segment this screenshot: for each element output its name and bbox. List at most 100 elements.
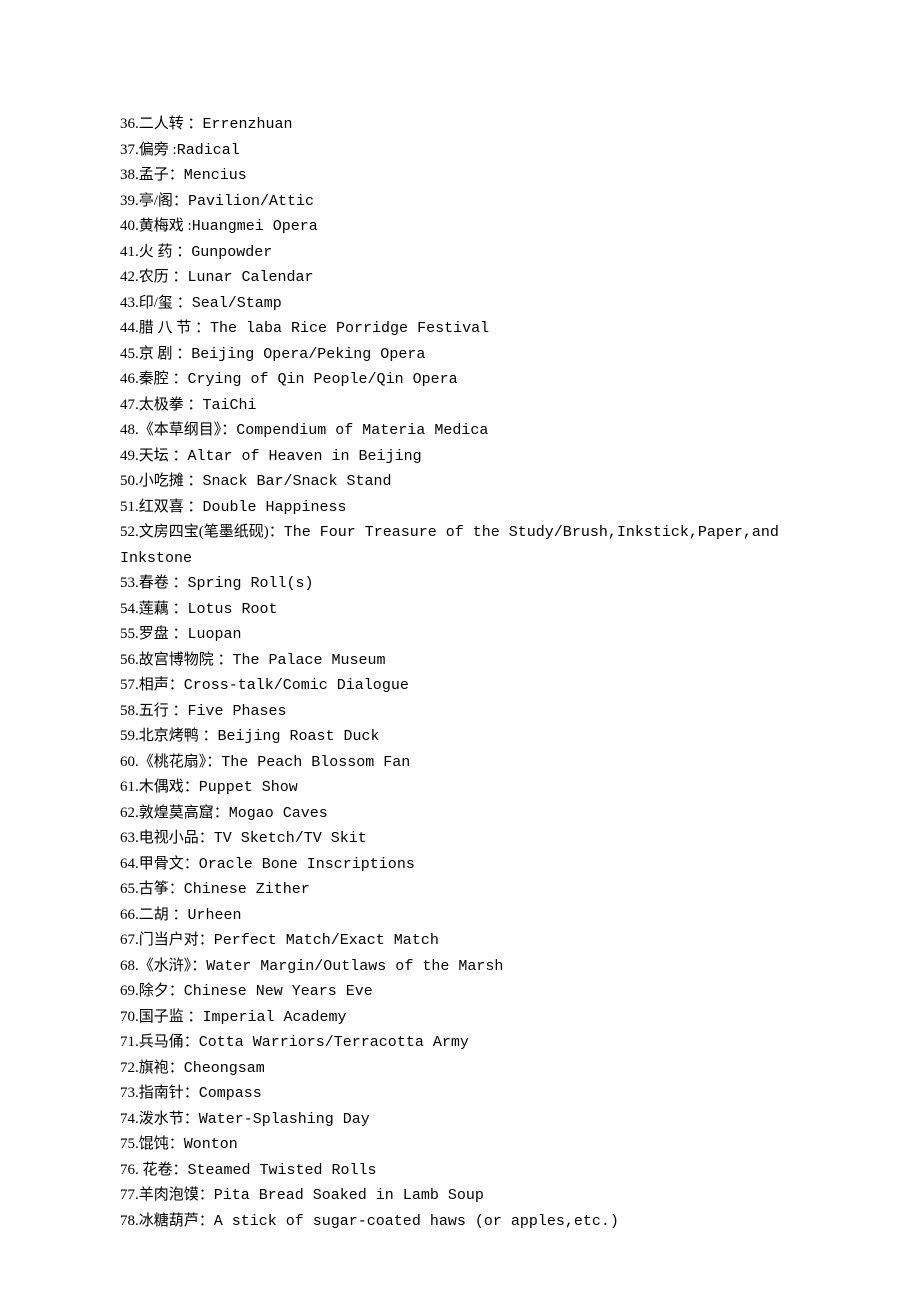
vocabulary-list: 36.二人转 ：Errenzhuan37.偏旁 :Radical38.孟子：Me…	[120, 112, 800, 1234]
item-separator: ：	[206, 754, 221, 770]
item-term: 五行	[139, 703, 169, 719]
item-separator: ：	[221, 422, 236, 438]
item-definition: Chinese Zither	[184, 881, 310, 898]
item-term: 馄饨	[139, 1136, 169, 1152]
item-term: 电视小品	[139, 830, 199, 846]
item-index: 55.	[120, 626, 139, 642]
list-item: 68.《水浒》：Water Margin/Outlaws of the Mars…	[120, 954, 800, 980]
item-index: 43.	[120, 295, 139, 311]
item-separator: ：	[173, 193, 188, 209]
list-item: 60.《桃花扇》：The Peach Blossom Fan	[120, 750, 800, 776]
item-definition: Pita Bread Soaked in Lamb Soup	[214, 1187, 484, 1204]
item-term: 二胡	[139, 907, 169, 923]
list-item: 61.木偶戏：Puppet Show	[120, 775, 800, 801]
list-item: 37.偏旁 :Radical	[120, 138, 800, 164]
item-index: 64.	[120, 856, 139, 872]
document-page: 36.二人转 ：Errenzhuan37.偏旁 :Radical38.孟子：Me…	[0, 0, 920, 1234]
item-separator: ：	[199, 728, 218, 744]
item-index: 44.	[120, 320, 139, 336]
item-index: 58.	[120, 703, 139, 719]
item-separator: ：	[184, 116, 203, 132]
item-definition: The laba Rice Porridge Festival	[210, 320, 489, 337]
item-index: 57.	[120, 677, 139, 693]
item-term: 花卷	[139, 1162, 173, 1178]
item-separator: ：	[169, 677, 184, 693]
list-item: 51.红双喜 ：Double Happiness	[120, 495, 800, 521]
item-term: 古筝	[139, 881, 169, 897]
item-index: 72.	[120, 1060, 139, 1076]
item-index: 52.	[120, 524, 139, 540]
item-term: 孟子	[139, 167, 169, 183]
item-index: 68.	[120, 958, 139, 974]
item-separator: ：	[169, 907, 188, 923]
item-term: 太极拳	[139, 397, 184, 413]
item-term: 兵马俑	[139, 1034, 184, 1050]
item-separator: :	[184, 218, 192, 234]
item-term: 秦腔	[139, 371, 169, 387]
item-index: 39.	[120, 193, 139, 209]
item-separator: ：	[191, 320, 210, 336]
item-term: 天坛	[139, 448, 169, 464]
item-index: 65.	[120, 881, 139, 897]
item-term: 羊肉泡馍	[139, 1187, 199, 1203]
item-index: 75.	[120, 1136, 139, 1152]
item-term: 冰糖葫芦	[139, 1213, 199, 1229]
item-term: 京 剧	[139, 346, 173, 362]
item-separator: ：	[199, 932, 214, 948]
item-separator: ：	[184, 499, 203, 515]
item-index: 66.	[120, 907, 139, 923]
item-term: 二人转	[139, 116, 184, 132]
item-term: 故宫博物院	[139, 652, 214, 668]
item-term: 《桃花扇》	[139, 754, 207, 770]
item-term: 指南针	[139, 1085, 184, 1101]
item-separator: ：	[184, 1085, 199, 1101]
item-separator: ：	[184, 473, 203, 489]
item-index: 59.	[120, 728, 139, 744]
item-separator: ：	[169, 703, 188, 719]
item-index: 46.	[120, 371, 139, 387]
item-definition: Cotta Warriors/Terracotta Army	[199, 1034, 469, 1051]
list-item: 69.除夕：Chinese New Years Eve	[120, 979, 800, 1005]
list-item: 62.敦煌莫高窟：Mogao Caves	[120, 801, 800, 827]
list-item: 41.火 药 ：Gunpowder	[120, 240, 800, 266]
list-item: 63.电视小品：TV Sketch/TV Skit	[120, 826, 800, 852]
item-definition: Radical	[177, 142, 240, 159]
item-index: 69.	[120, 983, 139, 999]
item-term: 甲骨文	[139, 856, 184, 872]
list-item: 59.北京烤鸭 ：Beijing Roast Duck	[120, 724, 800, 750]
list-item: 57.相声：Cross-talk/Comic Dialogue	[120, 673, 800, 699]
item-separator: ：	[169, 1060, 184, 1076]
list-item: 49.天坛 ：Altar of Heaven in Beijing	[120, 444, 800, 470]
item-definition: Lotus Root	[188, 601, 278, 618]
item-definition: Beijing Opera/Peking Opera	[191, 346, 425, 363]
item-definition: Pavilion/Attic	[188, 193, 314, 210]
list-item: 48.《本草纲目》：Compendium of Materia Medica	[120, 418, 800, 444]
item-term: 《水浒》	[139, 958, 192, 974]
item-separator: ：	[169, 269, 188, 285]
item-separator: ：	[214, 805, 229, 821]
item-separator: ：	[173, 1162, 188, 1178]
item-definition: Gunpowder	[191, 244, 272, 261]
list-item: 71.兵马俑：Cotta Warriors/Terracotta Army	[120, 1030, 800, 1056]
list-item: 52.文房四宝(笔墨纸砚)：The Four Treasure of the S…	[120, 520, 800, 571]
item-separator: ：	[169, 1136, 184, 1152]
item-term: 泼水节	[139, 1111, 184, 1127]
item-separator: ：	[184, 856, 199, 872]
item-separator: ：	[169, 448, 188, 464]
item-term: 农历	[139, 269, 169, 285]
list-item: 39.亭/阁：Pavilion/Attic	[120, 189, 800, 215]
item-term: 亭/阁	[139, 193, 173, 209]
item-definition: Huangmei Opera	[192, 218, 318, 235]
item-definition: Puppet Show	[199, 779, 298, 796]
item-definition: Perfect Match/Exact Match	[214, 932, 439, 949]
item-term: 门当户对	[139, 932, 199, 948]
item-term: 偏旁	[139, 142, 169, 158]
list-item: 38.孟子：Mencius	[120, 163, 800, 189]
item-index: 38.	[120, 167, 139, 183]
item-index: 71.	[120, 1034, 139, 1050]
item-definition: Five Phases	[188, 703, 287, 720]
item-definition: Spring Roll(s)	[188, 575, 314, 592]
item-separator: ：	[173, 295, 192, 311]
item-definition: Crying of Qin People/Qin Opera	[188, 371, 458, 388]
item-index: 76.	[120, 1162, 139, 1178]
